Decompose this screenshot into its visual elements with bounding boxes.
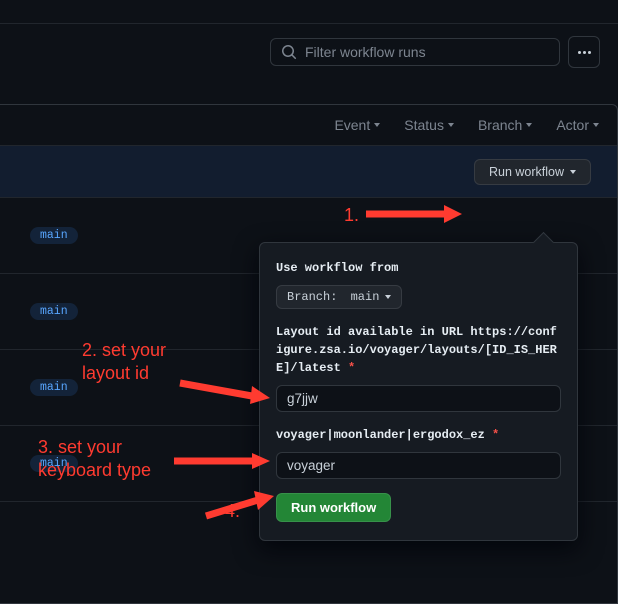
- search-icon: [281, 44, 297, 60]
- use-workflow-label: Use workflow from: [276, 259, 561, 277]
- branch-tag[interactable]: main: [30, 379, 78, 396]
- layout-id-input[interactable]: [276, 385, 561, 412]
- keyboard-type-label: voyager|moonlander|ergodox_ez *: [276, 426, 561, 444]
- run-workflow-popover: Use workflow from Branch: main Layout id…: [259, 242, 578, 541]
- more-menu-button[interactable]: [568, 36, 600, 68]
- filter-status[interactable]: Status: [404, 117, 454, 133]
- branch-tag[interactable]: main: [30, 303, 78, 320]
- branch-tag[interactable]: main: [30, 227, 78, 244]
- filter-bar: Event Status Branch Actor: [0, 105, 617, 146]
- keyboard-type-input[interactable]: [276, 452, 561, 479]
- branch-tag[interactable]: main: [30, 455, 78, 472]
- run-workflow-submit-button[interactable]: Run workflow: [276, 493, 391, 522]
- filter-actor[interactable]: Actor: [556, 117, 599, 133]
- filter-branch[interactable]: Branch: [478, 117, 532, 133]
- search-row: [0, 24, 618, 80]
- search-box[interactable]: [270, 38, 560, 66]
- dispatch-row: Run workflow: [0, 146, 617, 198]
- layout-id-label: Layout id available in URL https://confi…: [276, 323, 561, 377]
- branch-select[interactable]: Branch: main: [276, 285, 402, 309]
- search-input[interactable]: [305, 44, 549, 60]
- filter-event[interactable]: Event: [334, 117, 380, 133]
- run-workflow-dropdown-button[interactable]: Run workflow: [474, 159, 591, 185]
- chevron-down-icon: [385, 295, 391, 299]
- chevron-down-icon: [570, 170, 576, 174]
